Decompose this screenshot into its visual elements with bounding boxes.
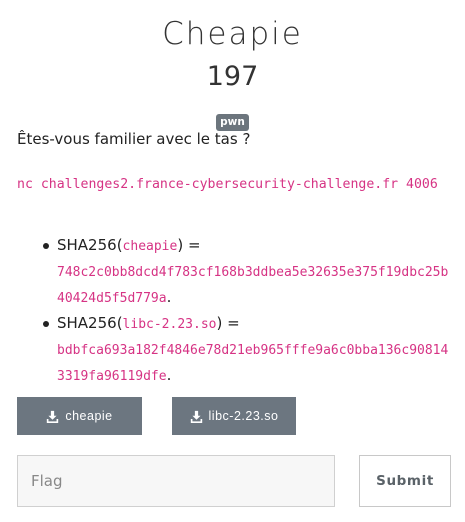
bullet-icon xyxy=(43,243,49,249)
download-cheapie-button[interactable]: cheapie xyxy=(17,397,142,435)
hash-end: . xyxy=(166,288,172,306)
hash-list: SHA256(cheapie) = 748c2c0bb8dcd4f783cf16… xyxy=(40,233,450,389)
hash-suffix: ) = xyxy=(177,236,201,254)
hash-prefix: SHA256( xyxy=(57,236,123,254)
flag-input[interactable] xyxy=(17,455,335,507)
download-label: libc-2.23.so xyxy=(208,409,279,423)
hash-value: 748c2c0bb8dcd4f783cf168b3ddbea5e32635e37… xyxy=(57,265,449,306)
download-label: cheapie xyxy=(65,409,113,423)
download-icon xyxy=(47,410,59,423)
challenge-title: Cheapie xyxy=(162,16,303,52)
download-libc-button[interactable]: libc-2.23.so xyxy=(172,397,296,435)
hash-prefix: SHA256( xyxy=(57,314,123,332)
hash-value: bdbfca693a182f4846e78d21eb965fffe9a6c0bb… xyxy=(57,343,449,384)
challenge-description: Êtes-vous familier avec le tas ? xyxy=(17,130,251,148)
category-badge-wrap: pwn xyxy=(0,110,465,131)
hash-item: SHA256(libc-2.23.so) = bdbfca693a182f484… xyxy=(40,311,450,389)
hash-end: . xyxy=(166,366,172,384)
download-icon xyxy=(190,410,202,423)
submit-button[interactable]: Submit xyxy=(359,455,451,507)
bullet-icon xyxy=(43,321,49,327)
category-badge: pwn xyxy=(216,114,249,131)
hash-filename: libc-2.23.so xyxy=(122,317,217,332)
hash-item: SHA256(cheapie) = 748c2c0bb8dcd4f783cf16… xyxy=(40,233,450,311)
hash-suffix: ) = xyxy=(216,314,240,332)
challenge-points: 197 xyxy=(206,61,259,92)
hash-filename: cheapie xyxy=(122,239,178,254)
connection-command: nc challenges2.france-cybersecurity-chal… xyxy=(17,177,438,192)
